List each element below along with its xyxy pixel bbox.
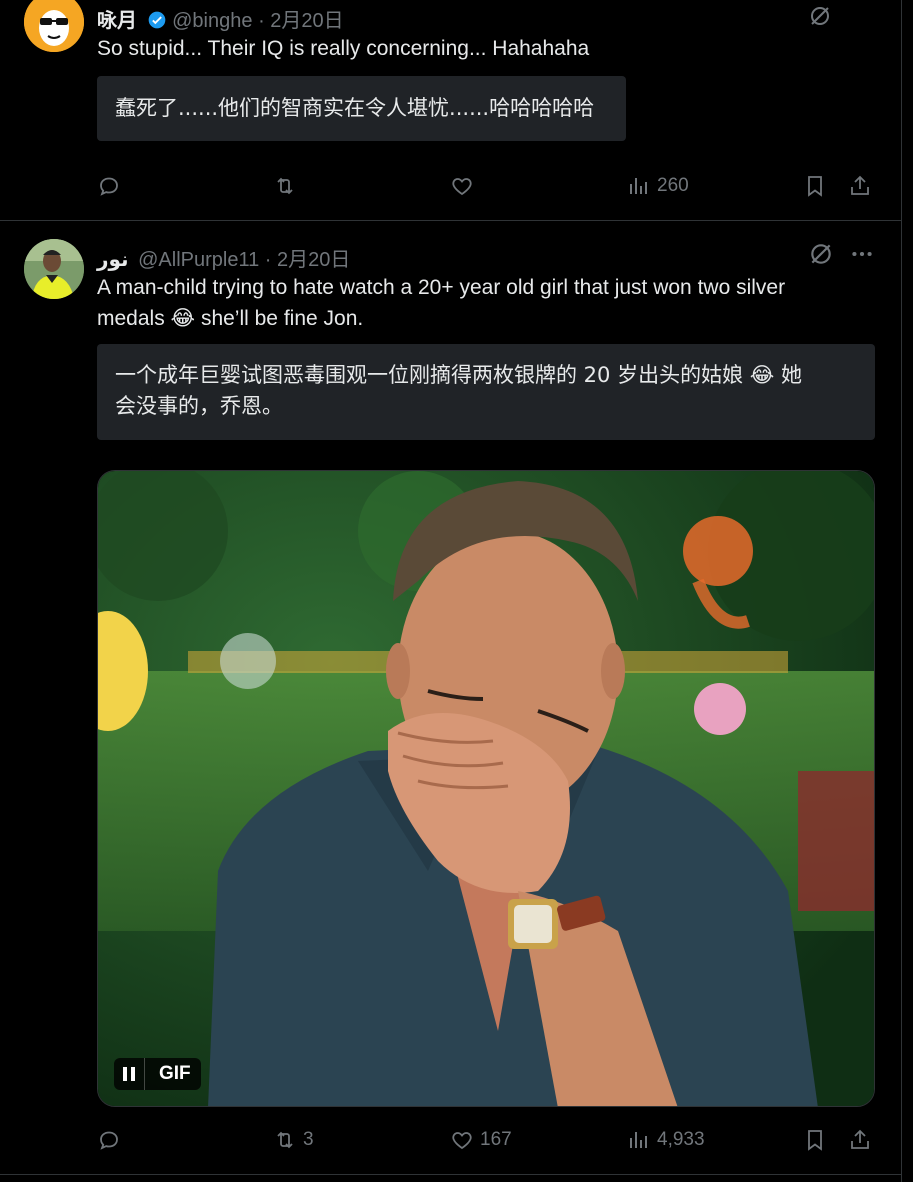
- display-name[interactable]: 咏月: [97, 10, 137, 32]
- retweet-button[interactable]: 3: [273, 1120, 314, 1160]
- reply-icon: [100, 177, 118, 196]
- share-button[interactable]: [848, 166, 872, 206]
- timestamp[interactable]: · 2月20日: [265, 249, 351, 271]
- tweet-text-part: medals: [97, 307, 165, 330]
- action-bar: 3 167 4,933: [97, 1120, 875, 1160]
- gif-controls[interactable]: GIF: [114, 1058, 201, 1090]
- handle[interactable]: @AllPurple11: [138, 249, 259, 271]
- tweet-text-part: she’ll be fine Jon.: [200, 307, 364, 330]
- translation-text: 一个成年巨婴试图恶毒围观一位刚摘得两枚银牌的 20 岁出头的姑娘: [115, 363, 744, 387]
- share-button[interactable]: [848, 1120, 872, 1160]
- gif-label: GIF: [159, 1063, 191, 1084]
- retweet-icon: [277, 1131, 293, 1149]
- avatar[interactable]: [24, 0, 84, 52]
- laughing-emoji-icon: 😂: [170, 306, 196, 330]
- reply-button[interactable]: [97, 1120, 121, 1160]
- tweet-text: So stupid... Their IQ is really concerni…: [97, 37, 590, 60]
- more-icon[interactable]: [849, 241, 875, 272]
- translation-line-1: 一个成年巨婴试图恶毒围观一位刚摘得两枚银牌的 20 岁出头的姑娘 😂 她: [115, 360, 857, 391]
- grok-icon[interactable]: [808, 4, 832, 33]
- like-icon: [452, 1132, 472, 1150]
- translation-text: 她: [781, 363, 802, 387]
- share-icon: [851, 1129, 869, 1149]
- verified-icon: [148, 11, 165, 29]
- like-count: 167: [480, 1129, 512, 1150]
- share-icon: [851, 175, 869, 195]
- display-name[interactable]: نور: [97, 249, 129, 271]
- avatar[interactable]: [24, 239, 84, 299]
- timeline: 咏月 @binghe · 2月20日 So stupid... Their IQ…: [0, 0, 902, 1182]
- bookmark-icon: [808, 1130, 822, 1151]
- retweet-button[interactable]: [273, 166, 297, 206]
- laughing-emoji-icon: 😂: [749, 363, 775, 387]
- reply-button[interactable]: [97, 166, 121, 206]
- like-button[interactable]: 167: [450, 1120, 512, 1160]
- views-icon: [630, 1132, 647, 1148]
- timestamp[interactable]: · 2月20日: [258, 10, 344, 32]
- grok-icon[interactable]: [808, 241, 834, 272]
- bookmark-button[interactable]: [803, 166, 827, 206]
- views-button[interactable]: 260: [627, 166, 689, 206]
- retweet-icon: [277, 177, 293, 195]
- translation-box: 一个成年巨婴试图恶毒围观一位刚摘得两枚银牌的 20 岁出头的姑娘 😂 她 会没事…: [97, 344, 875, 440]
- reply-icon: [100, 1131, 118, 1150]
- handle[interactable]: @binghe: [172, 10, 252, 32]
- pause-icon[interactable]: [114, 1058, 145, 1090]
- views-icon: [630, 178, 647, 194]
- tweet-2[interactable]: نور @AllPurple11 · 2月20日 A man-child try…: [0, 221, 901, 1182]
- tweet-text: A man-child trying to hate watch a 20+ y…: [97, 272, 877, 334]
- action-bar: 260: [97, 166, 875, 206]
- tweet-header: نور @AllPurple11 · 2月20日: [97, 243, 350, 272]
- bookmark-icon: [808, 176, 822, 197]
- tweet-1[interactable]: 咏月 @binghe · 2月20日 So stupid... Their IQ…: [0, 0, 901, 220]
- gif-image: [98, 471, 874, 1106]
- retweet-count: 3: [303, 1129, 314, 1150]
- translation-text: 蠢死了......他们的智商实在令人堪忧......哈哈哈哈哈: [115, 96, 595, 120]
- like-button[interactable]: [450, 166, 474, 206]
- views-button[interactable]: 4,933: [627, 1120, 705, 1160]
- translation-line-2: 会没事的，乔恩。: [115, 394, 283, 418]
- views-count: 260: [657, 175, 689, 196]
- tweet-text-line-2: medals 😂 she’ll be fine Jon.: [97, 303, 877, 334]
- bookmark-button[interactable]: [803, 1120, 827, 1160]
- gif-media[interactable]: GIF: [97, 470, 875, 1107]
- like-icon: [452, 178, 472, 196]
- translation-box: 蠢死了......他们的智商实在令人堪忧......哈哈哈哈哈: [97, 76, 626, 141]
- tweet-text-line-1: A man-child trying to hate watch a 20+ y…: [97, 276, 786, 299]
- views-count: 4,933: [657, 1129, 705, 1150]
- divider: [0, 1174, 901, 1175]
- tweet-header: 咏月 @binghe · 2月20日: [97, 4, 344, 33]
